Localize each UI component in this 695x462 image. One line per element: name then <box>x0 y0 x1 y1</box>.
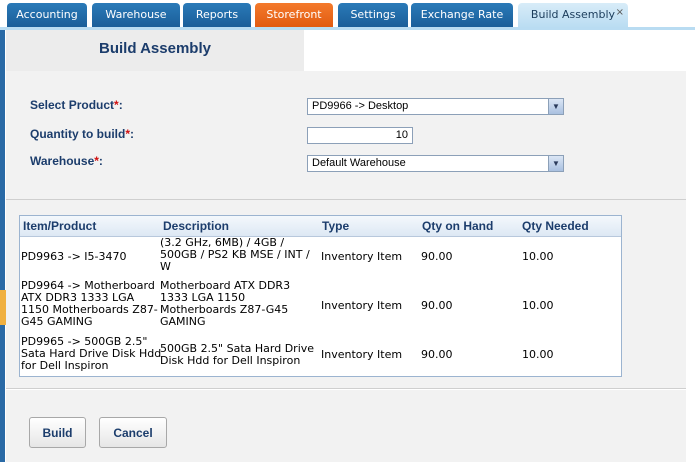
components-grid: Item/Product Description Type Qty on Han… <box>19 215 622 377</box>
tab-exchange-rate[interactable]: Exchange Rate <box>411 3 513 28</box>
tab-label: Build Assembly <box>530 8 616 21</box>
tab-label: Storefront <box>266 8 322 21</box>
cell-qty-on-hand: 90.00 <box>421 250 453 263</box>
tab-label: Exchange Rate <box>420 8 504 21</box>
chevron-down-icon[interactable]: ▼ <box>548 99 563 114</box>
cell-qty-on-hand: 90.00 <box>421 299 453 312</box>
tab-warehouse[interactable]: Warehouse <box>92 3 180 28</box>
cell-qty-on-hand: 90.00 <box>421 348 453 361</box>
cell-qty-needed: 10.00 <box>522 348 554 361</box>
cell-item: PD9963 -> I5-3470 <box>21 251 126 263</box>
tab-settings[interactable]: Settings <box>338 3 408 28</box>
cell-type: Inventory Item <box>321 299 403 312</box>
chevron-down-icon[interactable]: ▼ <box>548 156 563 171</box>
cell-line: W <box>160 260 171 273</box>
label-colon: : <box>118 98 123 112</box>
cell-description: Motherboard ATX DDR3 1333 LGA 1150 Mothe… <box>160 280 290 328</box>
warehouse-label: Warehouse*: <box>30 154 103 168</box>
column-header-description[interactable]: Description <box>163 219 229 233</box>
column-header-type[interactable]: Type <box>322 219 349 233</box>
page-header: Build Assembly <box>6 30 304 72</box>
tab-reports[interactable]: Reports <box>183 3 251 28</box>
tab-storefront[interactable]: Storefront <box>255 3 333 28</box>
label-text: Warehouse <box>30 154 95 168</box>
quantity-label: Quantity to build*: <box>30 127 134 141</box>
cell-description: (3.2 GHz, 6MB) / 4GB / 500GB / PS2 KB MS… <box>160 237 310 273</box>
label-colon: : <box>130 127 134 141</box>
tab-build-assembly[interactable]: Build Assembly × <box>518 3 628 28</box>
cell-qty-needed: 10.00 <box>522 299 554 312</box>
page-title: Build Assembly <box>99 40 211 57</box>
column-header-qty-on-hand[interactable]: Qty on Hand <box>422 219 493 233</box>
tab-bar: Accounting Warehouse Reports Storefront … <box>0 0 695 28</box>
label-text: Quantity to build <box>30 127 126 141</box>
tab-label: Warehouse <box>105 8 167 21</box>
cell-type: Inventory Item <box>321 250 403 263</box>
label-colon: : <box>98 154 103 168</box>
label-text: Select Product <box>30 98 115 112</box>
cancel-button[interactable]: Cancel <box>99 417 167 448</box>
cell-line: GAMING <box>160 315 206 328</box>
select-product-label: Select Product*: <box>30 98 123 112</box>
cell-item: PD9965 -> 500GB 2.5" Sata Hard Drive Dis… <box>21 336 161 372</box>
build-button[interactable]: Build <box>29 417 86 448</box>
grid-header: Item/Product Description Type Qty on Han… <box>20 216 621 237</box>
cell-qty-needed: 10.00 <box>522 250 554 263</box>
warehouse-select-value: Default Warehouse <box>312 157 406 169</box>
product-select-value: PD9966 -> Desktop <box>312 100 409 112</box>
cell-line: 500GB / PS2 KB MSE / INT / <box>160 248 310 261</box>
cell-line: G45 GAMING <box>21 315 93 328</box>
tab-label: Reports <box>195 8 239 21</box>
cell-type: Inventory Item <box>321 348 403 361</box>
cell-item: PD9964 -> Motherboard ATX DDR3 1333 LGA … <box>21 280 158 328</box>
left-edge-bar <box>0 30 5 462</box>
warehouse-select[interactable]: Default Warehouse ▼ <box>307 155 564 172</box>
quantity-input[interactable]: 10 <box>307 127 413 144</box>
tab-accounting[interactable]: Accounting <box>7 3 87 28</box>
cell-line: PD9963 -> I5-3470 <box>21 250 127 263</box>
cell-line: for Dell Inspiron <box>21 359 109 372</box>
tab-label: Settings <box>350 8 396 21</box>
cell-description: 500GB 2.5" Sata Hard Drive Disk Hdd for … <box>160 343 314 367</box>
column-header-item[interactable]: Item/Product <box>23 219 96 233</box>
tab-label: Accounting <box>16 8 78 21</box>
close-icon[interactable]: × <box>616 1 624 24</box>
column-header-qty-needed[interactable]: Qty Needed <box>522 219 589 233</box>
cell-line: Disk Hdd for Dell Inspiron <box>160 354 301 367</box>
product-select[interactable]: PD9966 -> Desktop ▼ <box>307 98 564 115</box>
